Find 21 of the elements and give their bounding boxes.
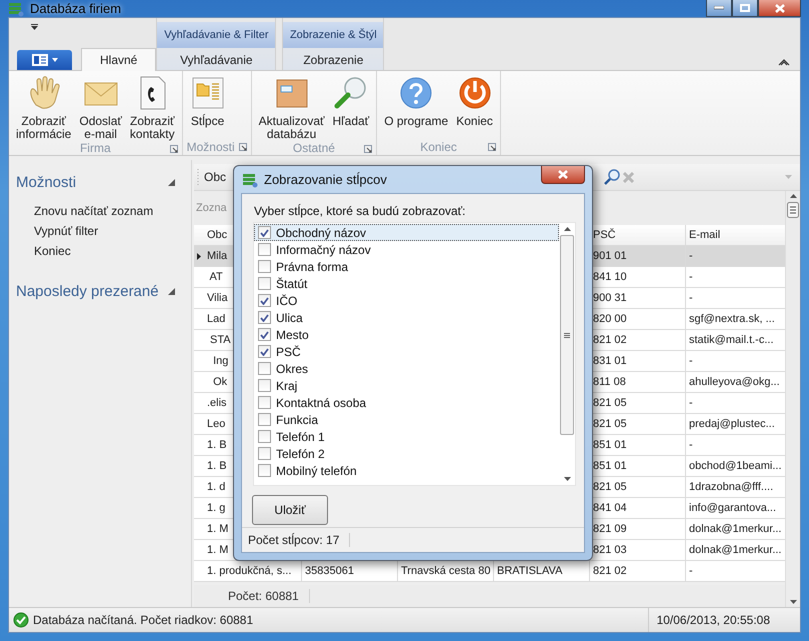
column-count: Počet stĺpcov: 17 [242, 533, 350, 547]
dialog-title: Zobrazovanie stĺpcov [264, 172, 387, 187]
group-label: Ostatné [292, 141, 335, 155]
item-label: IČO [276, 294, 298, 308]
context-tab-group: Zobrazenie & Štýl [283, 22, 384, 48]
item-label: Obchodný názov [276, 226, 366, 240]
item-label: Kraj [276, 378, 298, 392]
status-message: Databáza načítaná. Počet riadkov: 60881 [33, 613, 254, 627]
item-label: Ulica [276, 310, 303, 324]
table-cell: 821 02 [590, 561, 686, 581]
window-title: Databáza firiem [30, 1, 122, 16]
group-label: Koniec [420, 140, 457, 154]
group-label: Firma [80, 141, 111, 155]
group-by-hint: Zozna [196, 202, 227, 214]
section-title: Možnosti [16, 174, 76, 191]
context-tab-group: Vyhľadávanie & Filter [157, 22, 276, 48]
prompt-text: Vyber stĺpce, ktoré sa budú zobrazovať: [254, 204, 466, 218]
status-datetime: 10/06/2013, 20:55:08 [656, 613, 770, 627]
section-title: Naposledy prezerané [16, 283, 159, 300]
group-label: Možnosti [186, 140, 235, 154]
row-count: Počet: 60881 [194, 589, 310, 603]
